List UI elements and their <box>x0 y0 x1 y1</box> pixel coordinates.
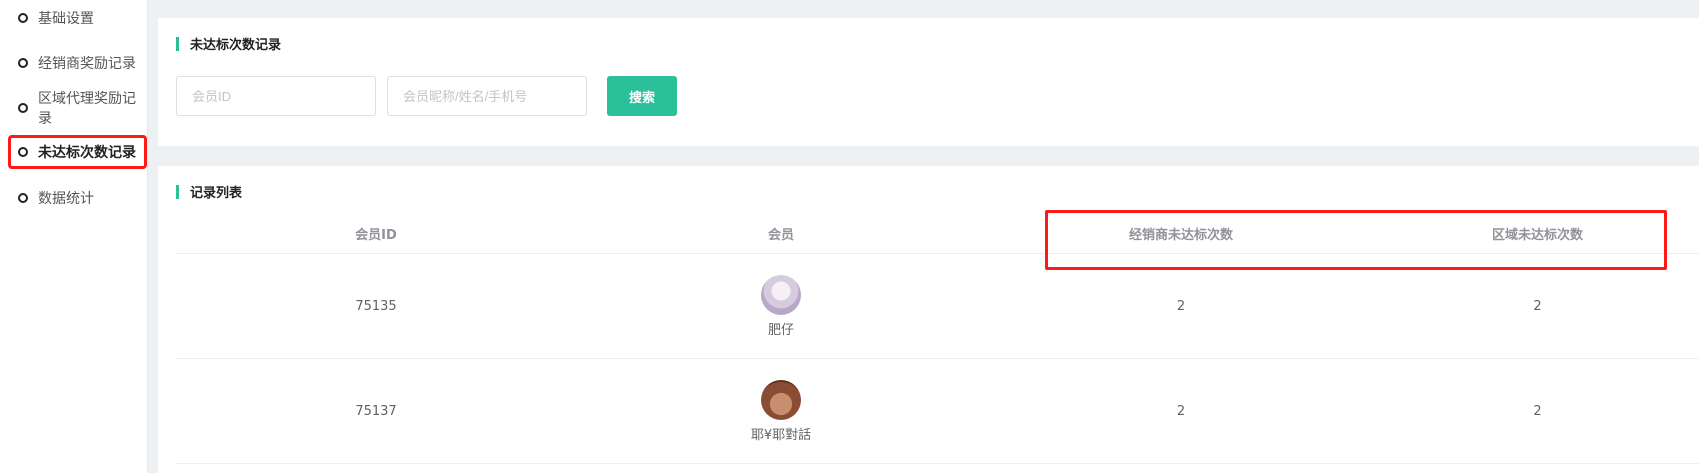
member-id-cell: 75137 <box>355 403 397 419</box>
sidebar: 基础设置 经销商奖励记录 区域代理奖励记录 未达标次数记录 数据统计 <box>0 0 148 473</box>
sidebar-item-basic-settings[interactable]: 基础设置 <box>8 1 147 35</box>
member-name: 肥仔 <box>767 322 794 338</box>
member-id-cell: 75135 <box>355 298 397 314</box>
column-header-member: 会员 <box>767 228 794 243</box>
record-list-panel: 记录列表 会员ID 会员 经销商未达标次数 区域未达标次数 75135 肥仔 2… <box>158 166 1699 473</box>
table-row: 75137 耶¥耶對話 2 2 <box>176 359 1699 464</box>
circle-icon <box>18 193 28 203</box>
records-table: 会员ID 会员 经销商未达标次数 区域未达标次数 75135 肥仔 2 2 75… <box>176 214 1699 464</box>
sidebar-item-dealer-rewards[interactable]: 经销商奖励记录 <box>8 46 147 80</box>
column-header-region-count: 区域未达标次数 <box>1491 228 1583 243</box>
section-title-text: 未达标次数记录 <box>190 38 282 53</box>
avatar <box>761 274 801 315</box>
circle-icon <box>18 58 28 68</box>
member-cell: 耶¥耶對話 <box>576 379 986 443</box>
search-panel-title: 未达标次数记录 <box>176 34 281 53</box>
search-panel: 未达标次数记录 搜索 <box>158 18 1699 146</box>
region-count-cell: 2 <box>1533 298 1542 314</box>
column-header-member-id: 会员ID <box>355 228 397 243</box>
table-row: 75135 肥仔 2 2 <box>176 254 1699 359</box>
member-cell: 肥仔 <box>576 274 986 338</box>
list-panel-title: 记录列表 <box>176 182 242 201</box>
circle-icon <box>18 13 28 23</box>
title-accent-bar <box>176 184 179 199</box>
sidebar-item-label: 未达标次数记录 <box>38 145 136 161</box>
sidebar-item-label: 经销商奖励记录 <box>38 56 136 72</box>
member-id-input[interactable] <box>176 76 376 116</box>
sidebar-item-label: 数据统计 <box>38 191 94 207</box>
sidebar-item-statistics[interactable]: 数据统计 <box>8 181 147 215</box>
table-header: 会员ID 会员 经销商未达标次数 区域未达标次数 <box>176 214 1699 254</box>
region-count-cell: 2 <box>1533 403 1542 419</box>
sidebar-item-label: 区域代理奖励记录 <box>38 91 136 127</box>
sidebar-item-unqualified-records[interactable]: 未达标次数记录 <box>8 135 147 169</box>
sidebar-item-label: 基础设置 <box>38 11 94 27</box>
section-title-text: 记录列表 <box>190 186 243 201</box>
member-name: 耶¥耶對話 <box>750 427 812 443</box>
dealer-count-cell: 2 <box>1176 403 1186 419</box>
sidebar-item-region-agent-rewards[interactable]: 区域代理奖励记录 <box>8 91 147 127</box>
title-accent-bar <box>176 36 179 51</box>
avatar <box>761 379 801 420</box>
member-info-input[interactable] <box>387 76 587 116</box>
search-button[interactable]: 搜索 <box>607 76 677 116</box>
dealer-count-cell: 2 <box>1176 298 1186 314</box>
circle-icon <box>18 103 28 113</box>
column-header-dealer-count: 经销商未达标次数 <box>1128 228 1233 243</box>
circle-icon <box>18 147 28 157</box>
